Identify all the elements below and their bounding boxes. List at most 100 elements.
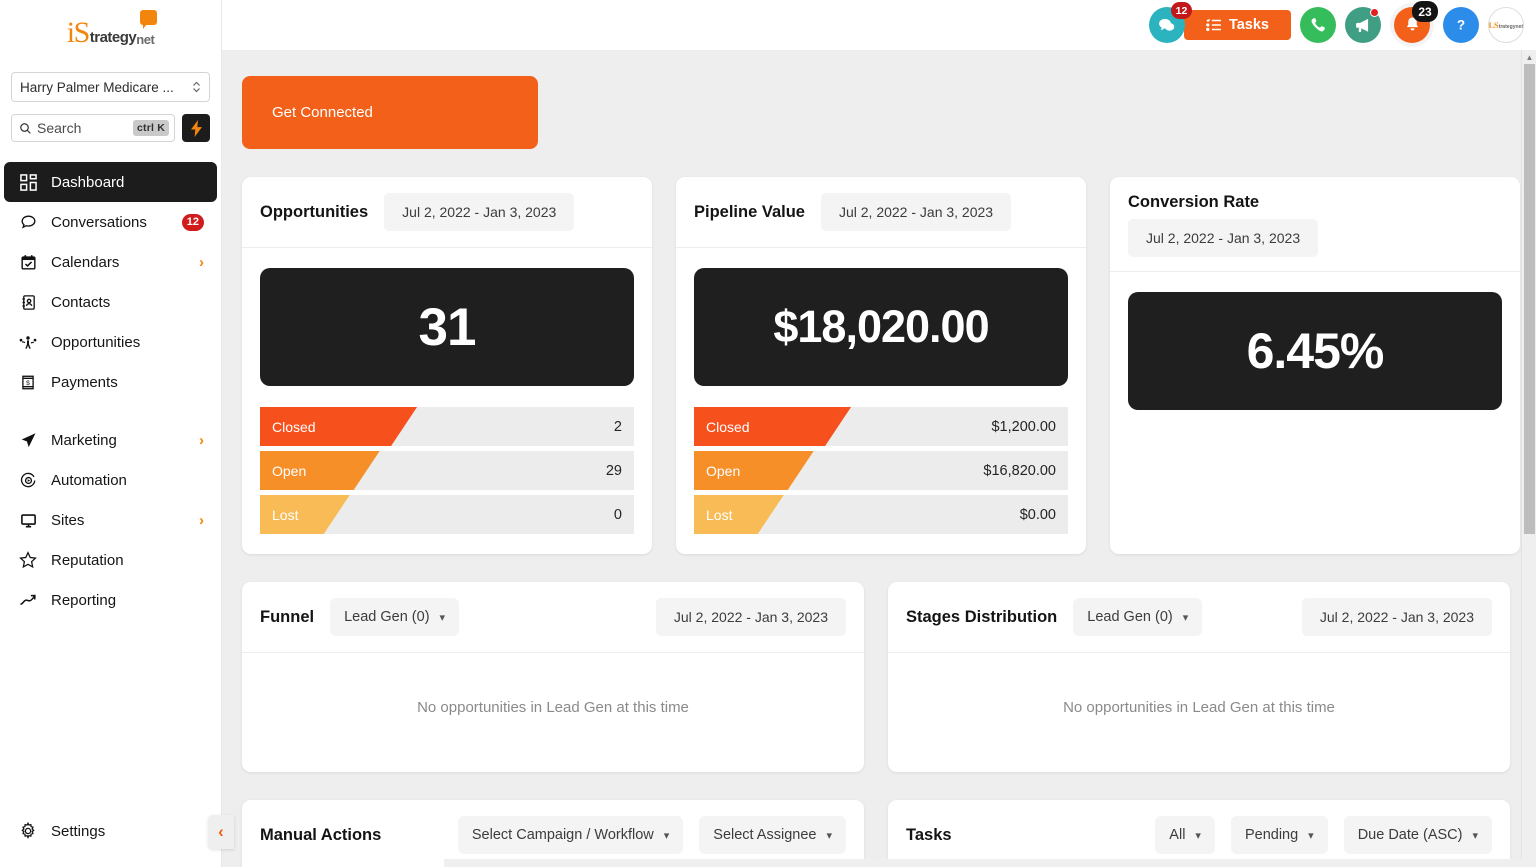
pipeline-breakdown-bars: Closed $1,200.00 Open $16,820.00 Lost $0… <box>694 407 1068 534</box>
chat-bubbles-icon <box>1159 18 1175 31</box>
question-mark-icon: ? <box>1457 18 1465 33</box>
date-range-picker[interactable]: Jul 2, 2022 - Jan 3, 2023 <box>1128 219 1319 257</box>
dashboard-scroll-area: Get Connected Opportunities Jul 2, 2022 … <box>222 50 1536 867</box>
card-header: Funnel Lead Gen (0) ▾ Jul 2, 2022 - Jan … <box>242 582 864 652</box>
date-range-picker[interactable]: Jul 2, 2022 - Jan 3, 2023 <box>820 193 1012 231</box>
date-range-picker[interactable]: Jul 2, 2022 - Jan 3, 2023 <box>655 598 846 636</box>
sidebar-item-opportunities[interactable]: Opportunities <box>4 322 217 362</box>
bar-value: $0.00 <box>1019 506 1056 523</box>
sidebar-item-label: Dashboard <box>51 173 125 191</box>
avatar-logo-icon: LS trategynet <box>1488 20 1524 30</box>
search-shortcut-badge: ctrl K <box>132 120 169 136</box>
sidebar-item-marketing[interactable]: Marketing › <box>4 420 217 460</box>
sidebar-item-label: Payments <box>51 373 118 391</box>
sidebar-item-dashboard[interactable]: Dashboard <box>4 162 217 202</box>
campaign-workflow-select[interactable]: Select Campaign / Workflow ▾ <box>457 816 684 854</box>
card-header: Manual Actions Select Campaign / Workflo… <box>242 800 864 867</box>
chevron-down-icon: ▾ <box>663 829 670 842</box>
trending-up-icon <box>17 592 39 609</box>
conversations-unread-badge: 12 <box>181 213 204 231</box>
tasks-card: Tasks All ▾ Pending ▾ Due Date (ASC) ▾ <box>888 800 1510 867</box>
call-button[interactable] <box>1300 7 1336 43</box>
vertical-scrollbar[interactable]: ▲ <box>1521 50 1536 867</box>
notifications-button[interactable]: 23 <box>1394 1 1438 43</box>
tasks-button[interactable]: Tasks <box>1183 10 1291 40</box>
quick-actions-button[interactable] <box>182 114 210 142</box>
tasks-status-select[interactable]: Pending ▾ <box>1230 816 1328 854</box>
opportunities-breakdown-bars: Closed 2 Open 29 Lost 0 <box>260 407 634 534</box>
conversion-kpi-value: 6.45% <box>1128 292 1502 410</box>
chevron-right-icon: › <box>199 253 204 271</box>
sidebar-item-contacts[interactable]: Contacts <box>4 282 217 322</box>
sidebar-item-sites[interactable]: Sites › <box>4 500 217 540</box>
app-logo[interactable]: i S trategy net <box>0 0 221 66</box>
sidebar-item-label: Sites <box>51 511 85 529</box>
chevron-down-icon: ▾ <box>1195 829 1201 842</box>
help-button[interactable]: ? <box>1443 7 1479 43</box>
sidebar-item-calendars[interactable]: Calendars › <box>4 242 217 282</box>
sidebar-item-payments[interactable]: $ Payments <box>4 362 217 402</box>
card-title: Manual Actions <box>260 825 382 844</box>
sidebar: i S trategy net Harry Palmer Medicare ..… <box>0 0 234 867</box>
bar-label: Closed <box>706 418 750 435</box>
account-switcher[interactable]: Harry Palmer Medicare ... <box>11 72 210 102</box>
chevron-down-icon: ▾ <box>439 611 446 624</box>
select-value: Select Campaign / Workflow <box>471 827 654 843</box>
divider <box>1110 271 1520 272</box>
search-input[interactable]: Search ctrl K <box>11 114 175 142</box>
bar-value: $16,820.00 <box>983 462 1056 479</box>
payments-icon: $ <box>17 374 39 391</box>
bar-label: Closed <box>272 418 316 435</box>
kpi-card-row: Opportunities Jul 2, 2022 - Jan 3, 2023 … <box>242 177 1522 554</box>
chat-button[interactable]: 12 <box>1148 2 1192 43</box>
horizontal-scrollbar[interactable] <box>444 859 1536 867</box>
sidebar-item-reputation[interactable]: Reputation <box>4 540 217 580</box>
gear-icon <box>17 822 39 840</box>
search-placeholder: Search <box>37 120 82 136</box>
tasks-scope-select[interactable]: All ▾ <box>1155 816 1215 854</box>
search-row: Search ctrl K <box>11 114 210 142</box>
breakdown-bar-open: Open 29 <box>260 451 634 490</box>
scroll-up-arrow-icon[interactable]: ▲ <box>1522 50 1536 64</box>
bar-value: 2 <box>613 418 622 435</box>
assignee-select[interactable]: Select Assignee ▾ <box>699 816 846 854</box>
funnel-pipeline-select[interactable]: Lead Gen (0) ▾ <box>330 598 460 636</box>
date-range-picker[interactable]: Jul 2, 2022 - Jan 3, 2023 <box>384 193 575 231</box>
card-header: Stages Distribution Lead Gen (0) ▾ Jul 2… <box>888 582 1510 652</box>
app-root: i S trategy net Harry Palmer Medicare ..… <box>0 0 1536 867</box>
select-value: Due Date (ASC) <box>1357 827 1463 843</box>
sidebar-item-reporting[interactable]: Reporting <box>4 580 217 620</box>
sidebar-item-label: Reputation <box>51 551 124 569</box>
chevron-updown-icon <box>192 80 201 94</box>
sidebar-item-label: Contacts <box>51 293 111 311</box>
manual-actions-card: Manual Actions Select Campaign / Workflo… <box>242 800 864 867</box>
bar-value: 29 <box>605 462 622 479</box>
sidebar-item-label: Conversations <box>51 213 147 231</box>
notification-count-badge: 23 <box>1412 1 1438 22</box>
sidebar-collapse-button[interactable]: ‹ <box>208 815 234 849</box>
bar-value: $1,200.00 <box>991 418 1056 435</box>
top-header: 12 Tasks 23 ? LS trategynet <box>222 0 1536 50</box>
sidebar-item-automation[interactable]: Automation <box>4 460 217 500</box>
breakdown-bar-lost: Lost 0 <box>260 495 634 534</box>
date-range-picker[interactable]: Jul 2, 2022 - Jan 3, 2023 <box>1301 598 1492 636</box>
svg-text:$: $ <box>26 379 30 386</box>
tasks-button-label: Tasks <box>1228 17 1269 33</box>
tasks-sort-select[interactable]: Due Date (ASC) ▾ <box>1343 816 1492 854</box>
announcements-button[interactable] <box>1345 7 1381 43</box>
stages-pipeline-select[interactable]: Lead Gen (0) ▾ <box>1073 598 1203 636</box>
scrollbar-thumb[interactable] <box>1524 64 1535 534</box>
chevron-down-icon: ▾ <box>1472 829 1478 842</box>
lightning-bolt-icon <box>190 119 202 137</box>
search-icon <box>19 122 32 135</box>
select-value: Lead Gen (0) <box>344 609 430 625</box>
card-header: Conversion Rate Jul 2, 2022 - Jan 3, 202… <box>1110 177 1520 271</box>
notifications-wrapper: 23 <box>1390 1 1438 47</box>
sidebar-item-conversations[interactable]: Conversations 12 <box>4 202 217 242</box>
star-icon <box>17 551 39 569</box>
bottom-card-row: Manual Actions Select Campaign / Workflo… <box>242 800 1522 867</box>
sidebar-item-settings[interactable]: Settings <box>4 811 217 851</box>
avatar[interactable]: LS trategynet <box>1488 7 1524 43</box>
megaphone-icon <box>1355 18 1368 32</box>
get-connected-banner[interactable]: Get Connected <box>242 76 538 149</box>
